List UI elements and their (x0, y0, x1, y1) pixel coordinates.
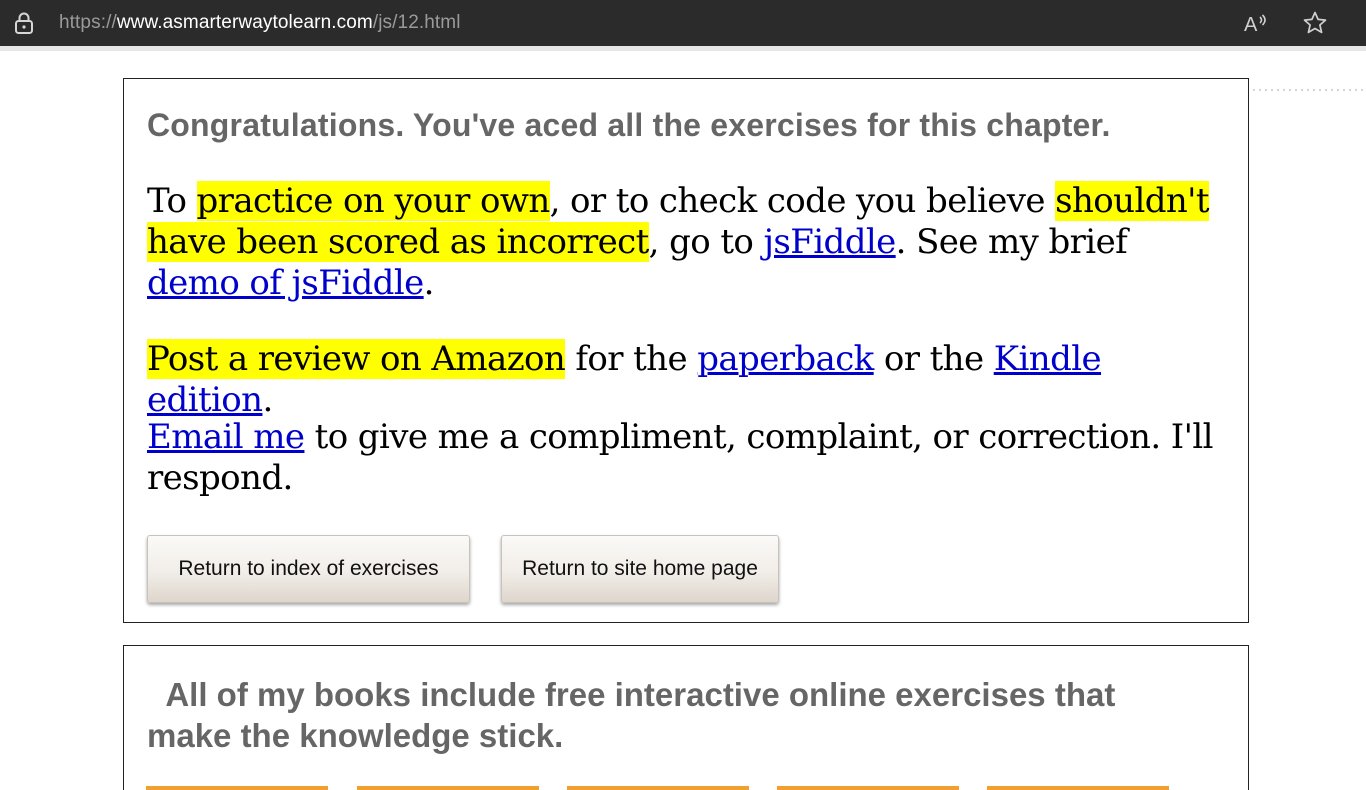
svg-text:A: A (1244, 14, 1258, 36)
lock-icon[interactable] (13, 11, 35, 35)
text-segment: or the (873, 339, 994, 379)
url-host: www.asmarterwaytolearn.com (116, 12, 373, 33)
url-scheme: https:// (59, 12, 117, 33)
return-to-index-button[interactable]: Return to index of exercises (147, 535, 470, 603)
read-aloud-icon[interactable]: A (1243, 10, 1269, 36)
books-panel: All of my books include free interactive… (123, 645, 1249, 790)
books-heading: All of my books include free interactive… (147, 674, 1207, 756)
text-segment: , or to check code you believe (549, 181, 1056, 221)
text-segment: . (423, 263, 435, 303)
email-me-link[interactable]: Email me (147, 417, 305, 457)
book-tab[interactable] (567, 786, 749, 790)
book-tab[interactable] (987, 786, 1169, 790)
url-path: /js/12.html (372, 12, 461, 33)
toolbar-divider (0, 46, 1366, 51)
book-tab[interactable] (146, 786, 328, 790)
congratulations-heading: Congratulations. You've aced all the exe… (147, 107, 1111, 143)
congratulations-panel: Congratulations. You've aced all the exe… (123, 78, 1249, 623)
text-segment: . See my brief (895, 222, 1128, 262)
review-paragraph: Post a review on Amazon for the paperbac… (147, 339, 1217, 421)
book-tab[interactable] (357, 786, 539, 790)
jsfiddle-demo-link[interactable]: demo of jsFiddle (147, 263, 424, 303)
text-segment: for the (565, 339, 698, 379)
email-paragraph: Email me to give me a compliment, compla… (147, 417, 1217, 499)
favorite-star-icon[interactable] (1302, 10, 1328, 36)
book-tab[interactable] (777, 786, 959, 790)
books-heading-text: All of my books include free interactive… (147, 676, 1116, 754)
highlight-practice: practice on your own (196, 181, 550, 221)
jsfiddle-link[interactable]: jsFiddle (763, 222, 896, 262)
text-segment: to give me a compliment, complaint, or c… (147, 417, 1214, 498)
practice-paragraph: To practice on your own, or to check cod… (147, 181, 1217, 304)
url-text[interactable]: https://www.asmarterwaytolearn.com/js/12… (59, 12, 461, 34)
text-segment: To (147, 181, 197, 221)
address-bar[interactable]: https://www.asmarterwaytolearn.com/js/12… (0, 0, 1366, 46)
paperback-link[interactable]: paperback (697, 339, 874, 379)
text-segment: , go to (648, 222, 764, 262)
highlight-review: Post a review on Amazon (147, 339, 566, 379)
text-segment: . (262, 380, 273, 420)
return-to-home-button[interactable]: Return to site home page (501, 535, 779, 603)
